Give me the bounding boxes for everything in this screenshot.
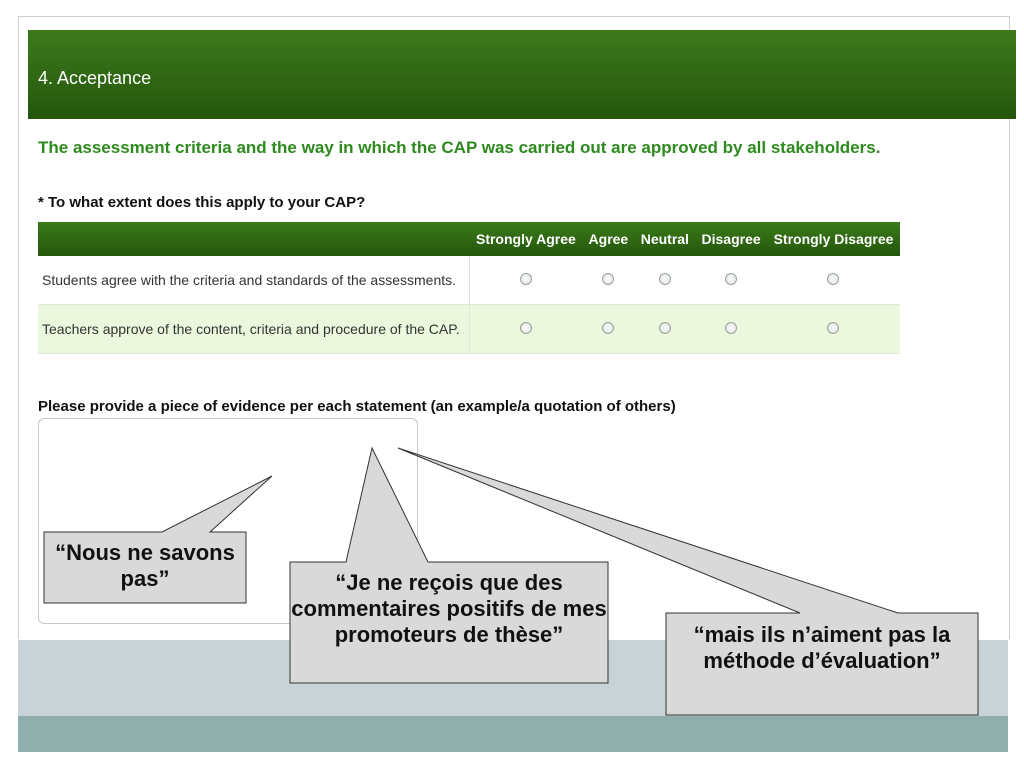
callout-je: “Je ne reçois que des commentaires posit… <box>291 570 607 647</box>
callout-nous: “Nous ne savons pas” <box>55 540 235 591</box>
callout-mais: “mais ils n’aiment pas la méthode d’éval… <box>693 622 951 673</box>
